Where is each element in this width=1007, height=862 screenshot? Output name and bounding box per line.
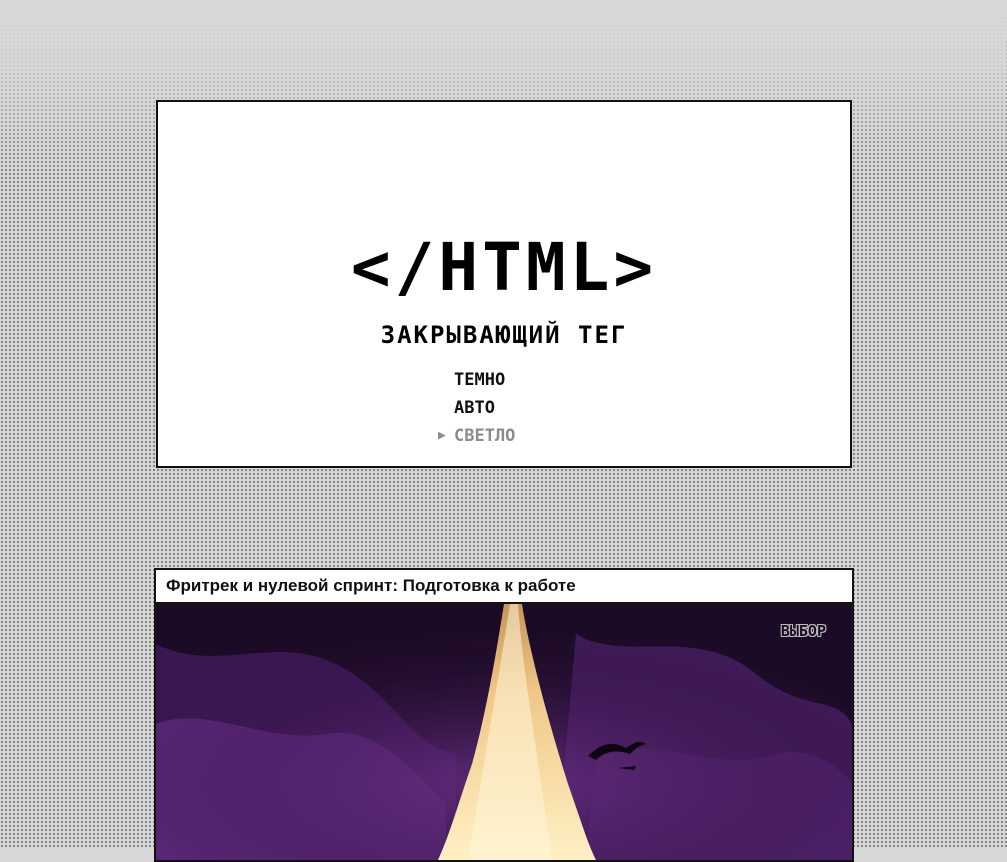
site-subtitle: ЗАКРЫВАЮЩИЙ ТЕГ <box>380 321 628 349</box>
article-title[interactable]: Фритрек и нулевой спринт: Подготовка к р… <box>156 570 852 604</box>
site-logo[interactable]: </HTML> <box>158 230 850 306</box>
theme-option-label: СВЕТЛО <box>454 426 516 446</box>
theme-option-dark[interactable]: ▶ ТЕМНО <box>454 366 574 394</box>
triangle-right-icon: ▶ <box>438 428 446 443</box>
illustration-art <box>156 604 852 860</box>
choice-badge: ВЫБОР <box>780 622 826 640</box>
article-illustration[interactable]: ВЫБОР <box>156 604 852 860</box>
theme-switcher: ▶ ТЕМНО ▶ АВТО ▶ СВЕТЛО <box>438 366 574 450</box>
theme-option-auto[interactable]: ▶ АВТО <box>454 394 574 422</box>
article-card[interactable]: Фритрек и нулевой спринт: Подготовка к р… <box>154 568 854 862</box>
theme-option-light[interactable]: ▶ СВЕТЛО <box>438 422 574 450</box>
theme-option-label: АВТО <box>454 398 495 418</box>
hero-card: </HTML> ЗАКРЫВАЮЩИЙ ТЕГ ▶ ТЕМНО ▶ АВТО ▶… <box>156 100 852 468</box>
theme-option-label: ТЕМНО <box>454 370 506 390</box>
